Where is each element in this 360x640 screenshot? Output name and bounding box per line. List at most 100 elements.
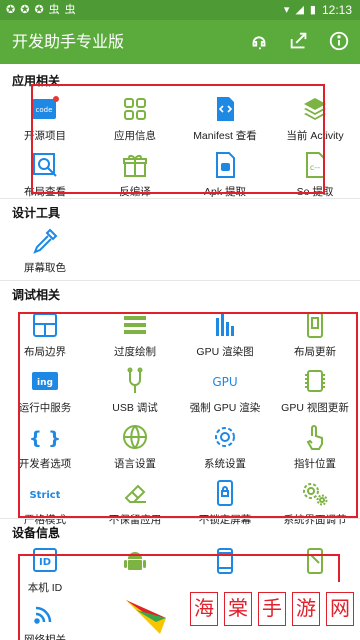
tile-layout-update[interactable]: 布局更新 [270, 308, 360, 364]
tile-label: 网络相关 [24, 634, 66, 640]
tile-label: 应用信息 [114, 130, 156, 142]
gift-icon [123, 155, 147, 177]
main-content: 应用相关 code 开源项目 应用信息 Manifest 查看 当前 Activ… [0, 64, 360, 640]
tile-color-picker[interactable]: 屏幕取色 [0, 224, 90, 280]
android-icon [124, 552, 146, 570]
feedback-icon[interactable] [248, 30, 270, 52]
tile-system-settings[interactable]: 系统设置 [180, 420, 270, 476]
circle-icon: ✪ [20, 3, 30, 16]
bug-icon: 虫 [64, 3, 76, 16]
circle-icon: ✪ [6, 3, 16, 16]
tile-label: 过度绘制 [114, 346, 156, 358]
battery-icon: ▮ [309, 3, 316, 16]
tile-so-extract[interactable]: c-- So 提取 [270, 148, 360, 204]
tile-force-gpu[interactable]: GPU 强制 GPU 渲染 [180, 364, 270, 420]
tile-label: GPU 渲染图 [196, 346, 254, 358]
app-bar: 开发助手专业版 [0, 20, 360, 64]
svg-text:code: code [36, 106, 53, 114]
tile-current-activity[interactable]: 当前 Activity [270, 92, 360, 148]
tile-manifest[interactable]: Manifest 查看 [180, 92, 270, 148]
code-icon: code [32, 96, 59, 119]
tile-label: 开源项目 [24, 130, 66, 142]
tile-language[interactable]: 语言设置 [90, 420, 180, 476]
tile-label: 布局边界 [24, 346, 66, 358]
tile-layout-bounds[interactable]: 布局边界 [0, 308, 90, 364]
tile-overdraw[interactable]: 过度绘制 [90, 308, 180, 364]
info-icon[interactable] [328, 30, 350, 52]
tile-label: 不保留应用 [108, 514, 162, 526]
bug-icon: 虫 [48, 3, 60, 16]
tile-stay-awake[interactable]: 不锁定屏幕 [180, 476, 270, 532]
tile-label: 布局更新 [294, 346, 336, 358]
section-title-app: 应用相关 [12, 74, 61, 88]
tile-device-id[interactable]: ID 本机 ID [0, 544, 90, 600]
tile-apk-extract[interactable]: Apk 提取 [180, 148, 270, 204]
tile-label: Manifest 查看 [193, 130, 257, 142]
watermark: 海 棠 手 游 网 [118, 582, 360, 640]
circle-icon: ✪ [34, 3, 44, 16]
status-bar-notifications: ✪ ✪ ✪ 虫 虫 [6, 2, 76, 18]
section-title-debug: 调试相关 [12, 288, 61, 302]
tile-network[interactable]: 网络相关 [0, 596, 90, 640]
id-icon: ID [33, 548, 57, 572]
watermark-char: 网 [326, 592, 354, 626]
tile-decompile[interactable]: 反编译 [90, 148, 180, 204]
tile-label: 布局查看 [24, 186, 66, 198]
tile-label: 开发者选项 [18, 458, 72, 470]
tile-label: 强制 GPU 渲染 [189, 402, 261, 414]
wifi-signal-icon: ▾ [283, 3, 290, 16]
apk-file-icon [216, 152, 235, 178]
eraser-icon [124, 484, 146, 503]
layout-bounds-icon [33, 313, 57, 337]
gear-icon [215, 427, 235, 447]
tile-label: So 提取 [296, 186, 334, 198]
pointer-icon [306, 425, 323, 450]
tile-gpu-render-chart[interactable]: GPU 渲染图 [180, 308, 270, 364]
search-layout-icon [33, 153, 57, 177]
svg-text:c--: c-- [310, 163, 320, 172]
tile-layout-view[interactable]: 布局查看 [0, 148, 90, 204]
tile-usb-debug[interactable]: USB 调试 [90, 364, 180, 420]
strict-icon: Strict [30, 490, 60, 501]
gpu-text-icon: GPU [212, 375, 237, 389]
tile-label: 屏幕取色 [24, 262, 66, 274]
tile-gpu-view-update[interactable]: GPU 视图更新 [270, 364, 360, 420]
tile-label: 当前 Activity [286, 130, 344, 142]
divider [0, 198, 360, 199]
cell-signal-icon: ◢ [295, 3, 304, 16]
tile-label: USB 调试 [112, 402, 158, 414]
phone-icon [307, 312, 323, 338]
chip-icon [305, 370, 325, 392]
status-bar-system: ▾ ◢ ▮ 12:13 [284, 2, 352, 18]
tile-label: Apk 提取 [203, 186, 246, 198]
tile-open-source[interactable]: code 开源项目 [0, 92, 90, 148]
gears-icon [303, 483, 328, 506]
tile-system-ui-tuner[interactable]: 系统界面调节 [270, 476, 360, 532]
code-file-icon [217, 97, 234, 121]
divider [0, 280, 360, 281]
lock-screen-icon [217, 480, 233, 506]
tile-label: 系统界面调节 [283, 514, 347, 526]
watermark-char: 棠 [224, 592, 252, 626]
layers-icon [304, 98, 326, 120]
status-bar: ✪ ✪ ✪ 虫 虫 ▾ ◢ ▮ 12:13 [0, 0, 360, 20]
ing-badge-text: ing [37, 378, 53, 388]
braces-icon: { } [30, 428, 60, 449]
section-title-design: 设计工具 [12, 206, 61, 220]
watermark-char: 手 [258, 592, 286, 626]
section-title-device: 设备信息 [12, 526, 61, 540]
share-icon[interactable] [288, 30, 310, 52]
tile-dont-keep-apps[interactable]: 不保留应用 [90, 476, 180, 532]
tile-pointer-location[interactable]: 指针位置 [270, 420, 360, 476]
watermark-logo-icon [126, 600, 166, 634]
tile-label: 系统设置 [204, 458, 246, 470]
wifi-icon [34, 606, 52, 624]
dropper-icon [33, 228, 58, 254]
ing-icon: ing [32, 372, 58, 390]
bar-chart-icon [216, 314, 234, 336]
tile-app-info[interactable]: 应用信息 [90, 92, 180, 148]
tile-running-services[interactable]: ing 运行中服务 [0, 364, 90, 420]
tile-developer-options[interactable]: { } 开发者选项 [0, 420, 90, 476]
phone-outline-icon [217, 548, 233, 574]
tile-label: 本机 ID [27, 582, 63, 594]
